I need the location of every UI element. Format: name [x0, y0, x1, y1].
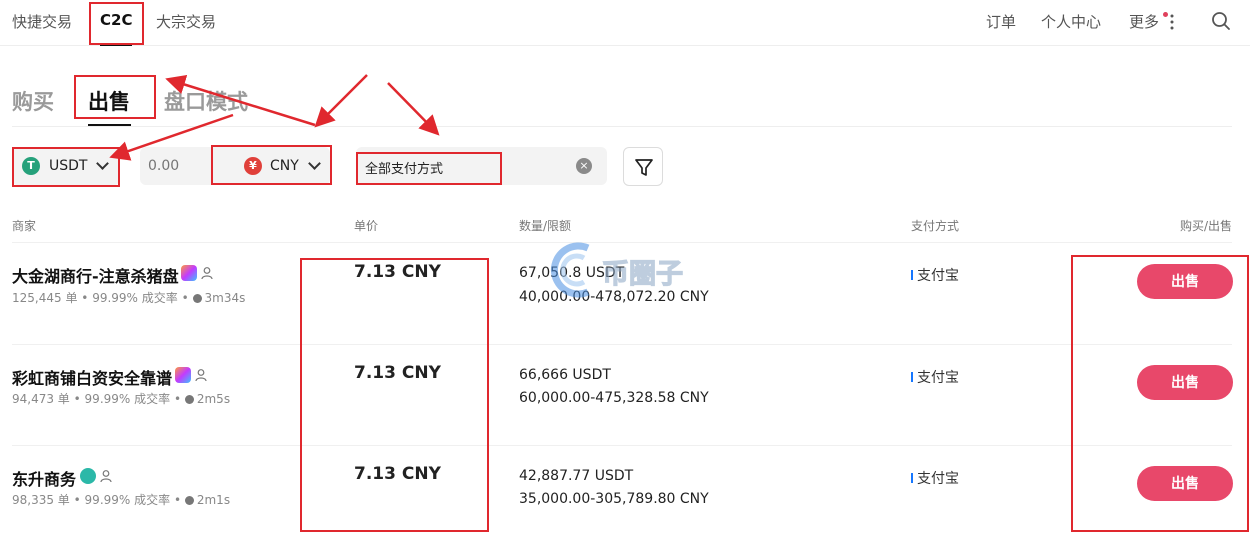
annotation-arrows	[109, 74, 440, 161]
